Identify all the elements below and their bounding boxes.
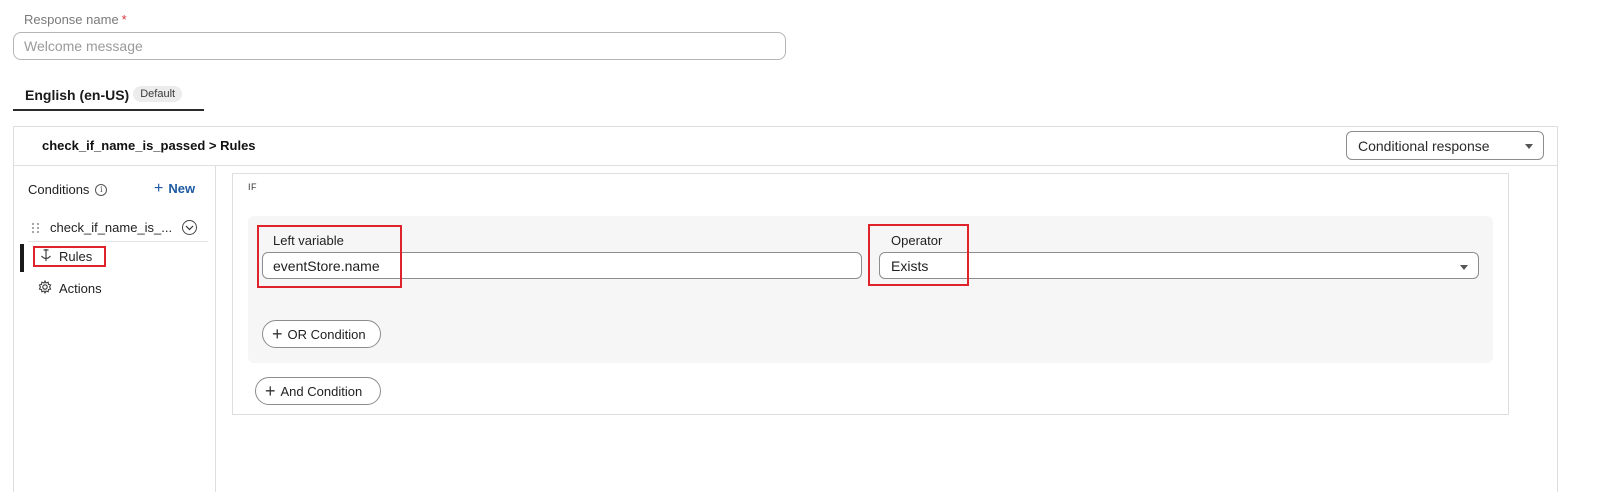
condition-name: check_if_name_is_... <box>50 220 173 235</box>
operator-select[interactable]: Exists <box>879 252 1479 279</box>
drag-handle-icon[interactable] <box>32 220 40 236</box>
condition-item[interactable]: check_if_name_is_... <box>28 214 208 242</box>
plus-icon: + <box>265 381 276 401</box>
sidebar-item-actions[interactable]: Actions <box>38 279 102 297</box>
active-indicator <box>20 244 24 272</box>
rules-icon <box>40 248 52 265</box>
conditions-heading: Conditions i <box>28 182 108 197</box>
default-badge: Default <box>133 86 183 102</box>
if-label: IF <box>248 182 257 192</box>
and-condition-label: And Condition <box>280 383 363 399</box>
conditions-title: Conditions <box>28 182 90 197</box>
plus-icon: + <box>154 179 164 197</box>
actions-label: Actions <box>59 281 102 296</box>
left-variable-input[interactable] <box>262 252 862 279</box>
caret-down-icon <box>1460 265 1468 270</box>
tab-english[interactable]: English (en-US) Default <box>13 82 204 111</box>
rule-group <box>248 216 1493 363</box>
sidebar-divider <box>215 166 216 492</box>
breadcrumb: check_if_name_is_passed > Rules <box>42 138 256 153</box>
operator-label: Operator <box>891 233 943 248</box>
response-name-label: Response name * <box>24 12 127 27</box>
response-name-input[interactable] <box>13 32 786 60</box>
new-condition-button[interactable]: + New <box>154 179 196 197</box>
info-icon[interactable]: i <box>95 183 108 196</box>
chevron-down-icon[interactable] <box>182 220 197 235</box>
response-type-select[interactable]: Conditional response <box>1346 131 1544 160</box>
or-condition-button[interactable]: + OR Condition <box>262 320 381 348</box>
tab-label: English (en-US) <box>25 87 130 103</box>
gear-icon <box>38 279 52 297</box>
sidebar-item-rules[interactable]: Rules <box>33 246 106 267</box>
and-condition-button[interactable]: + And Condition <box>255 377 381 405</box>
plus-icon: + <box>272 324 283 344</box>
or-condition-label: OR Condition <box>287 326 366 342</box>
operator-value: Exists <box>891 257 929 274</box>
left-variable-label: Left variable <box>273 233 344 248</box>
rules-label: Rules <box>59 249 93 264</box>
new-label: New <box>168 181 196 196</box>
caret-down-icon <box>1525 144 1533 149</box>
response-type-value: Conditional response <box>1358 137 1490 154</box>
